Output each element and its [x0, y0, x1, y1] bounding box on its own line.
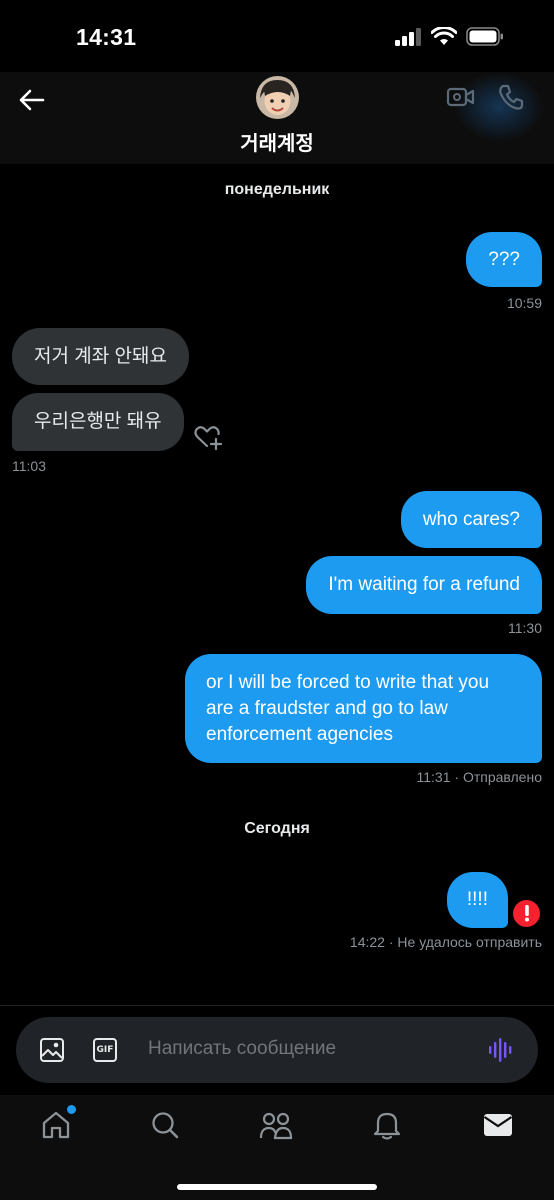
conversation-header: 거래계정 [0, 72, 554, 164]
phone-icon [499, 84, 524, 110]
home-indicator [177, 1184, 377, 1190]
message-bubble-incoming[interactable]: 우리은행만 돼유 [12, 393, 184, 451]
cellular-signal-icon [394, 27, 422, 51]
wifi-icon [430, 26, 458, 51]
message-bubble-outgoing[interactable]: or I will be forced to write that you ar… [185, 654, 542, 763]
bottom-tab-bar [0, 1095, 554, 1200]
gif-icon: GIF [93, 1038, 117, 1062]
video-call-icon [446, 87, 475, 107]
status-time: 14:31 [76, 24, 137, 50]
add-photo-button[interactable] [38, 1036, 66, 1064]
send-failed-button[interactable] [513, 900, 540, 927]
add-reaction-button[interactable] [193, 424, 225, 451]
arrow-left-icon [19, 89, 45, 111]
image-icon [40, 1038, 64, 1062]
composer-area: GIF Написать сообщение [0, 1005, 554, 1095]
date-separator: Сегодня [244, 820, 310, 837]
message-bubble-outgoing[interactable]: !!!! [446, 872, 508, 928]
message-input[interactable]: Написать сообщение [148, 1038, 336, 1060]
tab-communities[interactable] [258, 1107, 294, 1143]
heart-plus-icon [194, 426, 223, 451]
message-timestamp: 11:30 [508, 620, 542, 636]
voice-waveform-icon [489, 1038, 512, 1062]
bell-icon [373, 1112, 401, 1140]
home-icon [42, 1111, 70, 1139]
message-composer: GIF Написать сообщение [16, 1017, 538, 1083]
date-separator: понедельник [224, 181, 330, 198]
search-icon [152, 1112, 179, 1139]
message-bubble-incoming[interactable]: 저거 계좌 안돼요 [12, 328, 189, 385]
mail-icon [483, 1114, 513, 1136]
video-call-button[interactable] [444, 80, 478, 114]
tab-home[interactable] [38, 1105, 76, 1143]
error-icon [524, 905, 529, 922]
people-icon [259, 1112, 293, 1140]
message-timestamp: 11:31 [416, 769, 451, 785]
chat-title[interactable]: 거래계정 [0, 127, 554, 156]
voice-call-button[interactable] [494, 80, 528, 114]
message-bubble-outgoing[interactable]: I'm waiting for a refund [306, 556, 542, 614]
tab-search[interactable] [147, 1107, 183, 1143]
message-status: · Отправлено [454, 769, 542, 785]
voice-message-button[interactable] [487, 1036, 515, 1064]
message-timestamp: 14:22 [349, 934, 385, 950]
message-bubble-outgoing[interactable]: ??? [466, 232, 542, 287]
avatar[interactable] [256, 76, 299, 119]
back-button[interactable] [16, 84, 48, 116]
message-meta: 14:22 · Не удалось отправить [350, 934, 542, 950]
status-bar: 14:31 [0, 0, 554, 72]
battery-icon [466, 27, 504, 51]
add-gif-button[interactable]: GIF [91, 1036, 119, 1064]
message-bubble-outgoing[interactable]: who cares? [400, 491, 542, 548]
message-status: · Не удалось отправить [388, 934, 542, 950]
tab-messages[interactable] [480, 1107, 516, 1143]
message-timestamp: 11:03 [12, 458, 46, 474]
message-meta: 11:31 · Отправлено [417, 769, 543, 785]
message-timestamp: 10:59 [506, 295, 542, 311]
tab-notifications[interactable] [369, 1107, 405, 1143]
gif-label: GIF [96, 1045, 114, 1055]
status-icons [394, 26, 504, 51]
notification-dot [67, 1105, 76, 1114]
